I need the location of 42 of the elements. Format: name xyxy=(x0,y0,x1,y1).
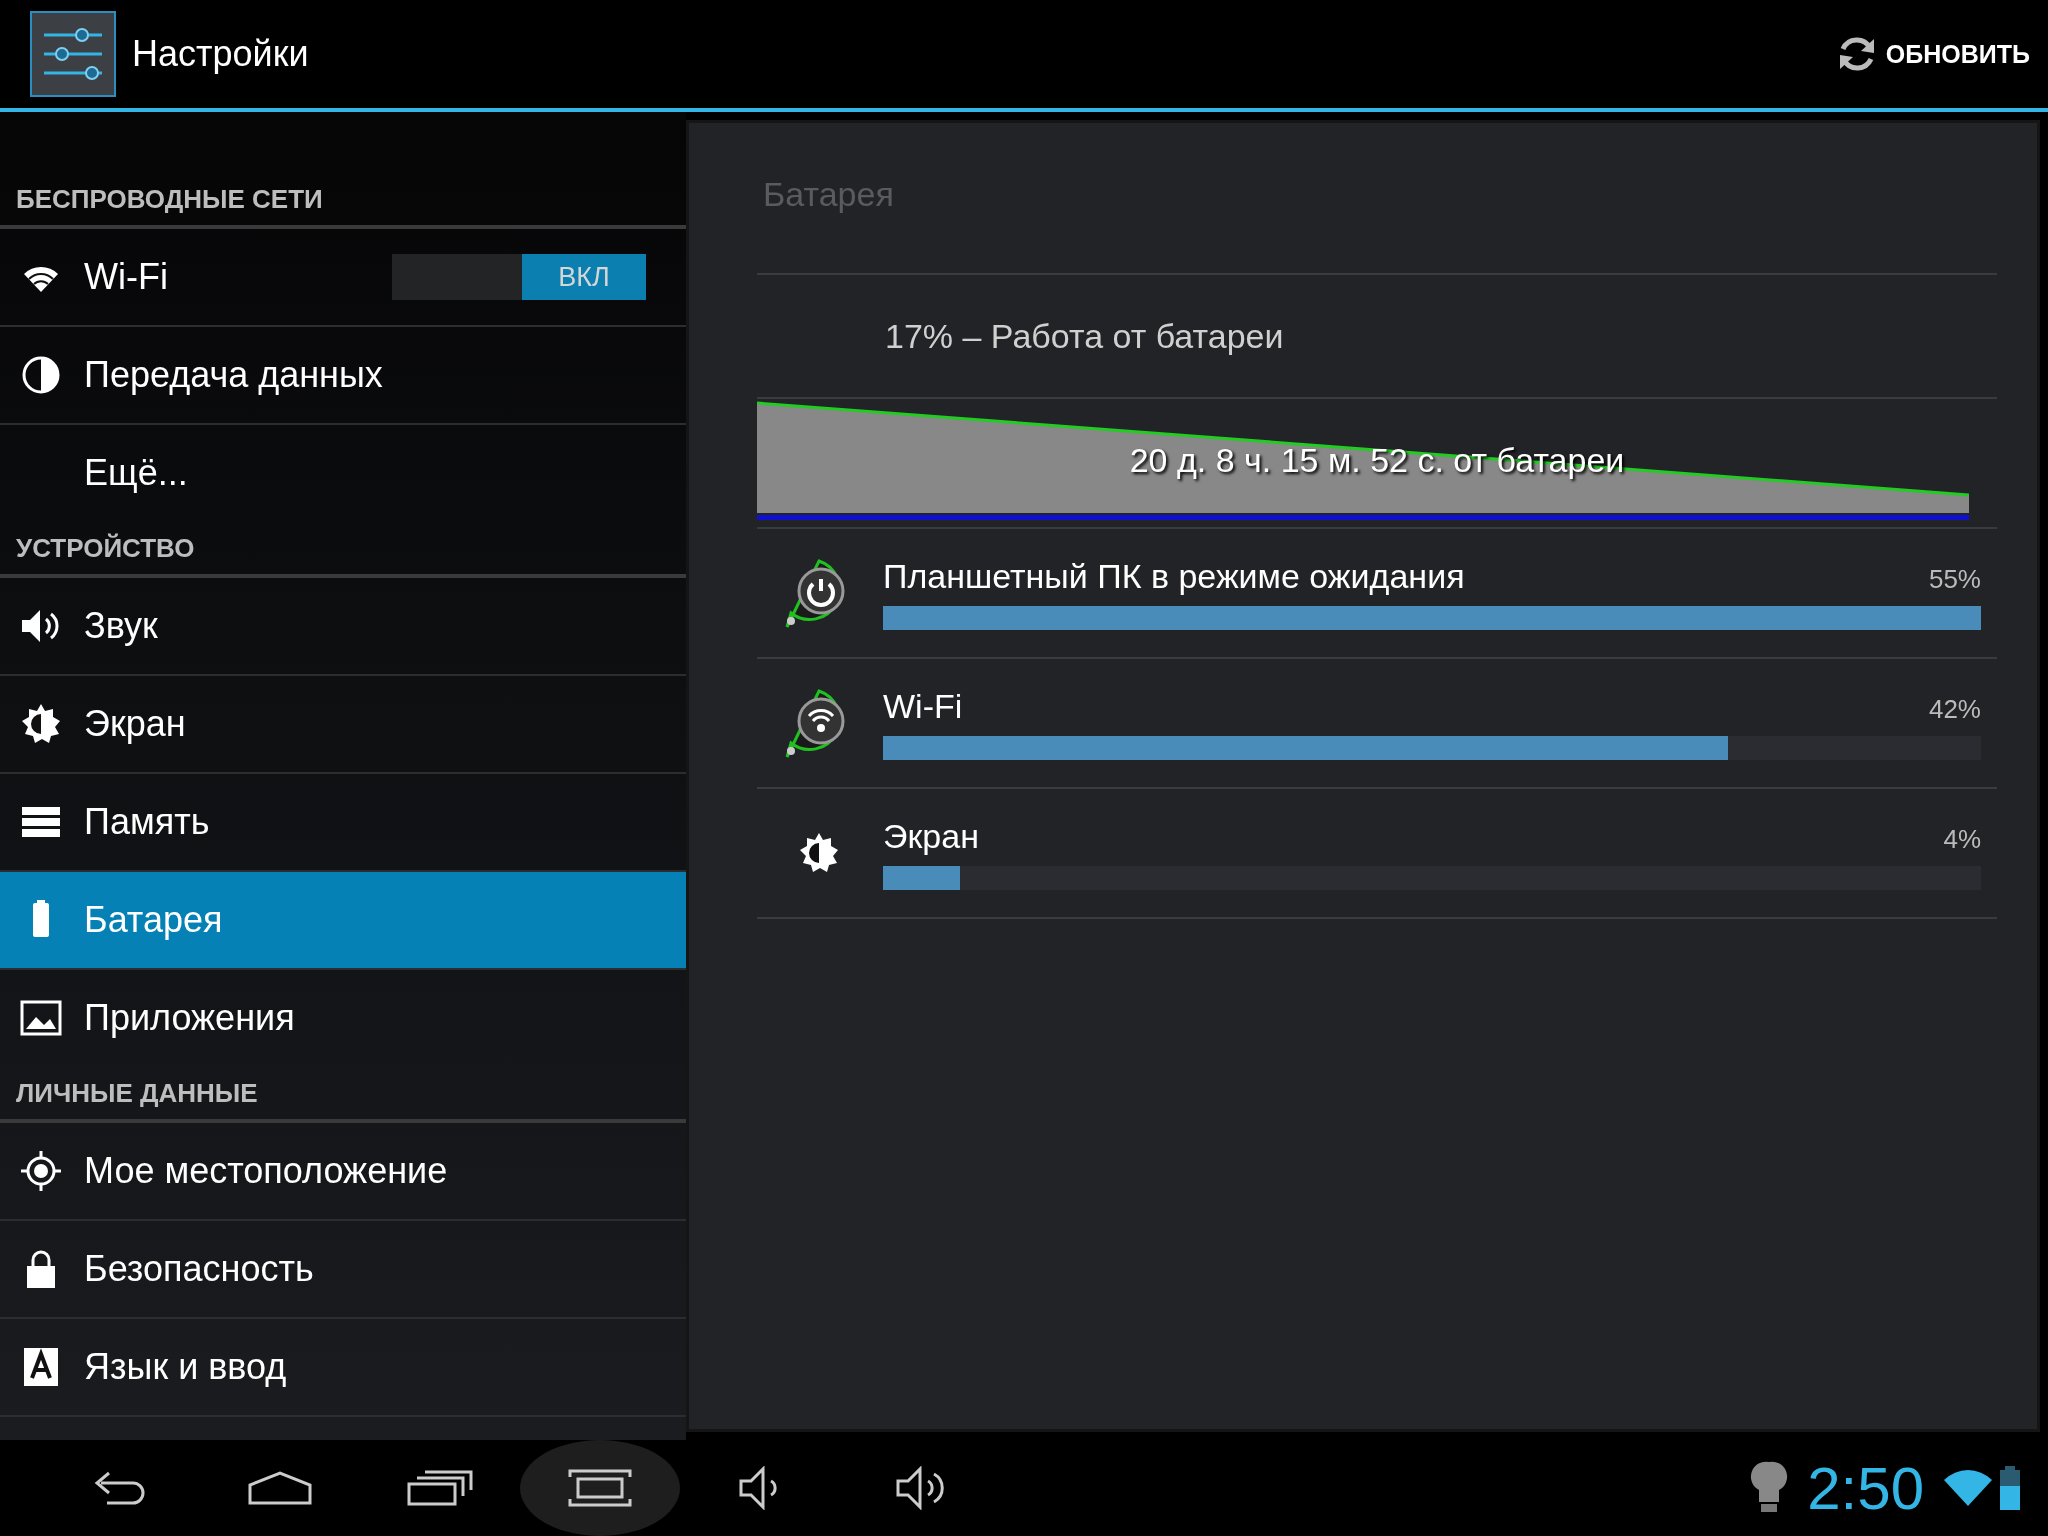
screenshot-icon xyxy=(568,1469,632,1507)
usage-percent: 55% xyxy=(1928,563,1981,595)
screen-title: Настройки xyxy=(132,33,310,75)
settings-label: Безопасность xyxy=(84,1248,315,1290)
back-icon xyxy=(94,1470,146,1506)
settings-label: Звук xyxy=(84,605,159,647)
settings-item[interactable]: Передача данных xyxy=(0,327,686,425)
usage-name: Экран xyxy=(883,816,979,856)
settings-label: Память xyxy=(84,801,211,843)
usage-name: Планшетный ПК в режиме ожидания xyxy=(883,556,1465,596)
refresh-button[interactable]: ОБНОВИТЬ xyxy=(1829,25,2034,83)
settings-item[interactable]: Экран xyxy=(0,676,686,774)
settings-app-icon xyxy=(30,11,116,97)
clock-time: 2:50 xyxy=(1807,1453,1924,1523)
usage-percent: 42% xyxy=(1928,693,1981,725)
settings-item[interactable]: Батарея xyxy=(0,872,686,970)
battery-status: 17% – Работа от батареи xyxy=(757,275,1997,399)
panel-title: Батарея xyxy=(757,123,1997,275)
settings-label: Язык и ввод xyxy=(84,1346,288,1388)
settings-label: Экран xyxy=(84,703,187,745)
settings-item[interactable]: Звук xyxy=(0,578,686,676)
usage-percent: 4% xyxy=(1943,823,1981,855)
settings-label: Мое местоположение xyxy=(84,1150,449,1192)
recent-apps-icon xyxy=(407,1470,473,1506)
settings-item[interactable]: Мое местоположение xyxy=(0,1123,686,1221)
settings-item[interactable]: Приложения xyxy=(0,970,686,1066)
settings-item[interactable]: Безопасность xyxy=(0,1221,686,1319)
location-icon xyxy=(18,1148,64,1194)
settings-label: Передача данных xyxy=(84,354,384,396)
settings-item[interactable]: Ещё... xyxy=(0,425,686,521)
home-icon xyxy=(247,1470,313,1506)
settings-label: Приложения xyxy=(84,997,296,1039)
settings-label: Ещё... xyxy=(84,452,189,494)
section-header: УСТРОЙСТВО xyxy=(0,521,686,578)
settings-item[interactable]: Язык и ввод xyxy=(0,1319,686,1417)
section-header: БЕСПРОВОДНЫЕ СЕТИ xyxy=(0,172,686,229)
volume-up-icon xyxy=(896,1466,944,1510)
settings-item[interactable]: Wi-Fi ВКЛ xyxy=(0,229,686,327)
settings-label: Wi-Fi xyxy=(84,256,169,298)
section-header: ЛИЧНЫЕ ДАННЫЕ xyxy=(0,1066,686,1123)
settings-label: Батарея xyxy=(84,899,224,941)
usage-name: Wi-Fi xyxy=(883,686,963,726)
